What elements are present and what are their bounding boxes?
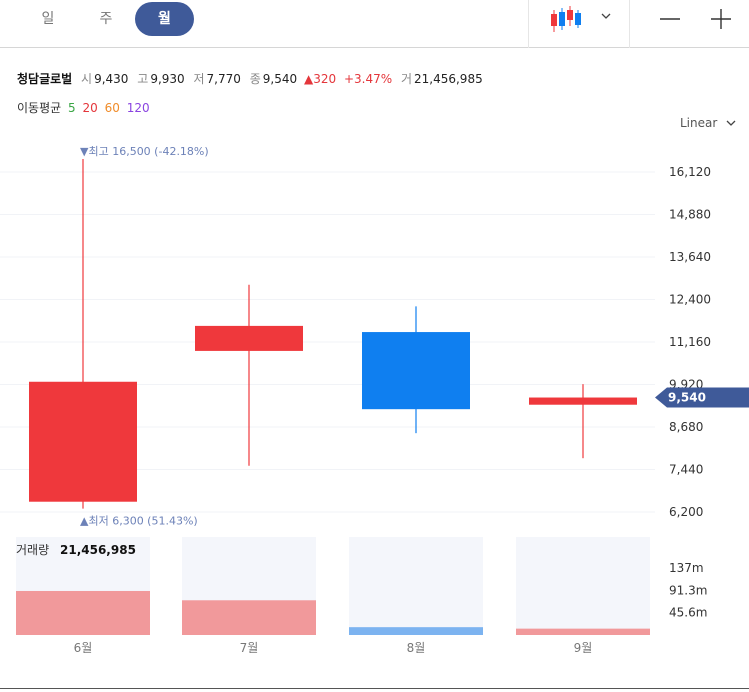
price-tick-label: 7,440 (669, 463, 703, 477)
bottom-divider (0, 688, 749, 689)
volume-bar (516, 628, 650, 635)
category-label: 6월 (74, 641, 93, 655)
price-tick-label: 6,200 (669, 505, 703, 519)
current-price-label: 9,540 (668, 391, 706, 405)
category-axis: 6월 7월 8월 9월 (74, 641, 593, 655)
volume-bar (16, 590, 150, 635)
volume-panel-background (516, 537, 650, 635)
price-tick-label: 11,160 (669, 335, 711, 349)
price-tick-label: 12,400 (669, 293, 711, 307)
candle-body (29, 381, 137, 502)
volume-panel-background (349, 537, 483, 635)
price-tick-label: 13,640 (669, 250, 711, 264)
price-tick-label: 14,880 (669, 208, 711, 222)
candle-body (362, 332, 470, 410)
volume-panel: 137m 91.3m 45.6m 거래량 21,456,985 (16, 537, 707, 635)
max-price-marker: ▼최고 16,500 (-42.18%) (80, 145, 209, 158)
candlesticks (29, 158, 637, 509)
volume-tick-label: 137m (669, 561, 704, 575)
price-chart[interactable]: 16,12014,88013,64012,40011,1609,9208,680… (0, 0, 749, 692)
price-axis: 16,12014,88013,64012,40011,1609,9208,680… (655, 165, 749, 519)
category-label: 9월 (574, 641, 593, 655)
candle-body (195, 325, 303, 351)
category-label: 7월 (240, 641, 259, 655)
volume-label: 거래량 (16, 543, 49, 557)
volume-bar (182, 600, 316, 635)
volume-bar (349, 627, 483, 635)
price-tick-label: 8,680 (669, 420, 703, 434)
volume-tick-label: 45.6m (669, 606, 707, 620)
candle-body (529, 397, 637, 405)
min-price-marker: ▲최저 6,300 (51.43%) (80, 515, 198, 528)
category-label: 8월 (407, 641, 426, 655)
volume-total: 21,456,985 (60, 543, 136, 557)
current-price-tag: 9,540 (655, 387, 749, 408)
volume-tick-label: 91.3m (669, 583, 707, 597)
price-tick-label: 16,120 (669, 165, 711, 179)
